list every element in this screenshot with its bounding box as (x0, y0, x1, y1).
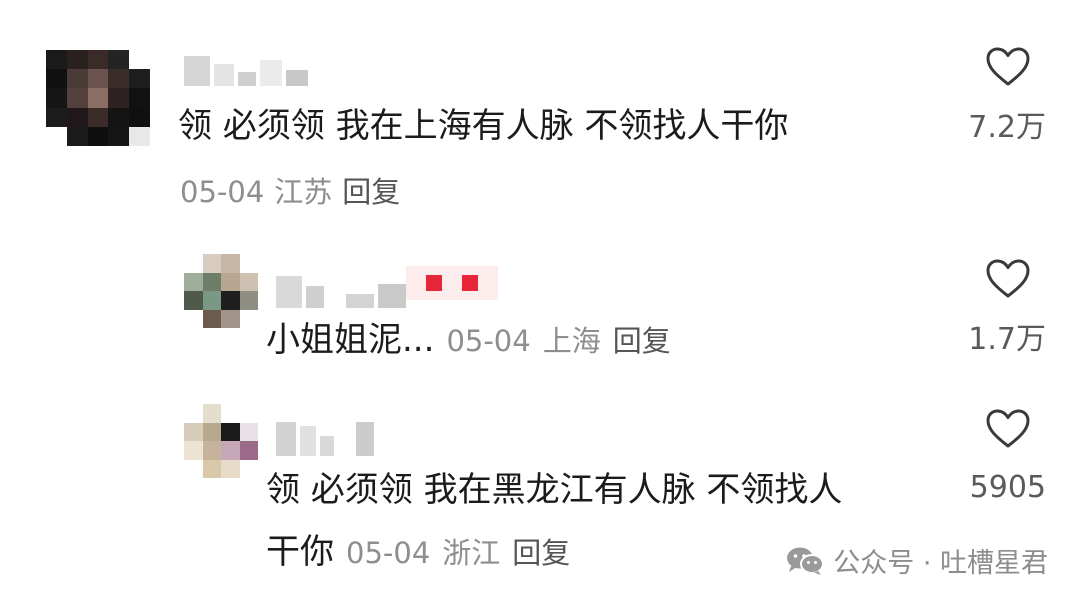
reply-button[interactable]: 回复 (512, 535, 570, 571)
username[interactable] (184, 52, 308, 86)
reply-row: 小姐姐泥... 05-04 上海 回复 (266, 320, 671, 360)
like-count: 5905 (969, 470, 1046, 505)
watermark: 公众号 · 吐槽星君 (785, 541, 1048, 580)
reply-row: 干你 05-04 浙江 回复 (266, 532, 570, 572)
user-badge (406, 266, 498, 300)
avatar[interactable] (46, 50, 150, 146)
reply-button[interactable]: 回复 (342, 174, 400, 210)
username[interactable] (276, 420, 374, 456)
comment-location: 江苏 (274, 175, 333, 209)
like-count: 7.2万 (968, 110, 1046, 145)
heart-icon[interactable] (985, 46, 1031, 88)
username[interactable] (276, 268, 406, 308)
comment-text: 领 必须领 我在上海有人脉 不领找人干你 (178, 106, 789, 146)
reply-text: 领 必须领 我在黑龙江有人脉 不领找人 (266, 470, 843, 510)
avatar[interactable] (184, 404, 258, 478)
comment-date: 05-04 (180, 175, 265, 209)
reply-date: 05-04 (346, 536, 431, 570)
reply-text-continued: 干你 (266, 532, 334, 572)
reply-location: 上海 (542, 324, 601, 358)
heart-icon[interactable] (985, 258, 1031, 300)
reply-text: 小姐姐泥... (266, 320, 435, 360)
reply-location: 浙江 (442, 536, 501, 570)
comment-meta: 05-04 江苏 回复 (180, 174, 400, 210)
wechat-icon (787, 547, 825, 575)
reply-date: 05-04 (446, 324, 531, 358)
watermark-text: 公众号 · 吐槽星君 (833, 548, 1048, 579)
heart-icon[interactable] (985, 408, 1031, 450)
reply-button[interactable]: 回复 (613, 323, 671, 359)
like-count: 1.7万 (968, 322, 1046, 357)
avatar[interactable] (184, 254, 258, 328)
